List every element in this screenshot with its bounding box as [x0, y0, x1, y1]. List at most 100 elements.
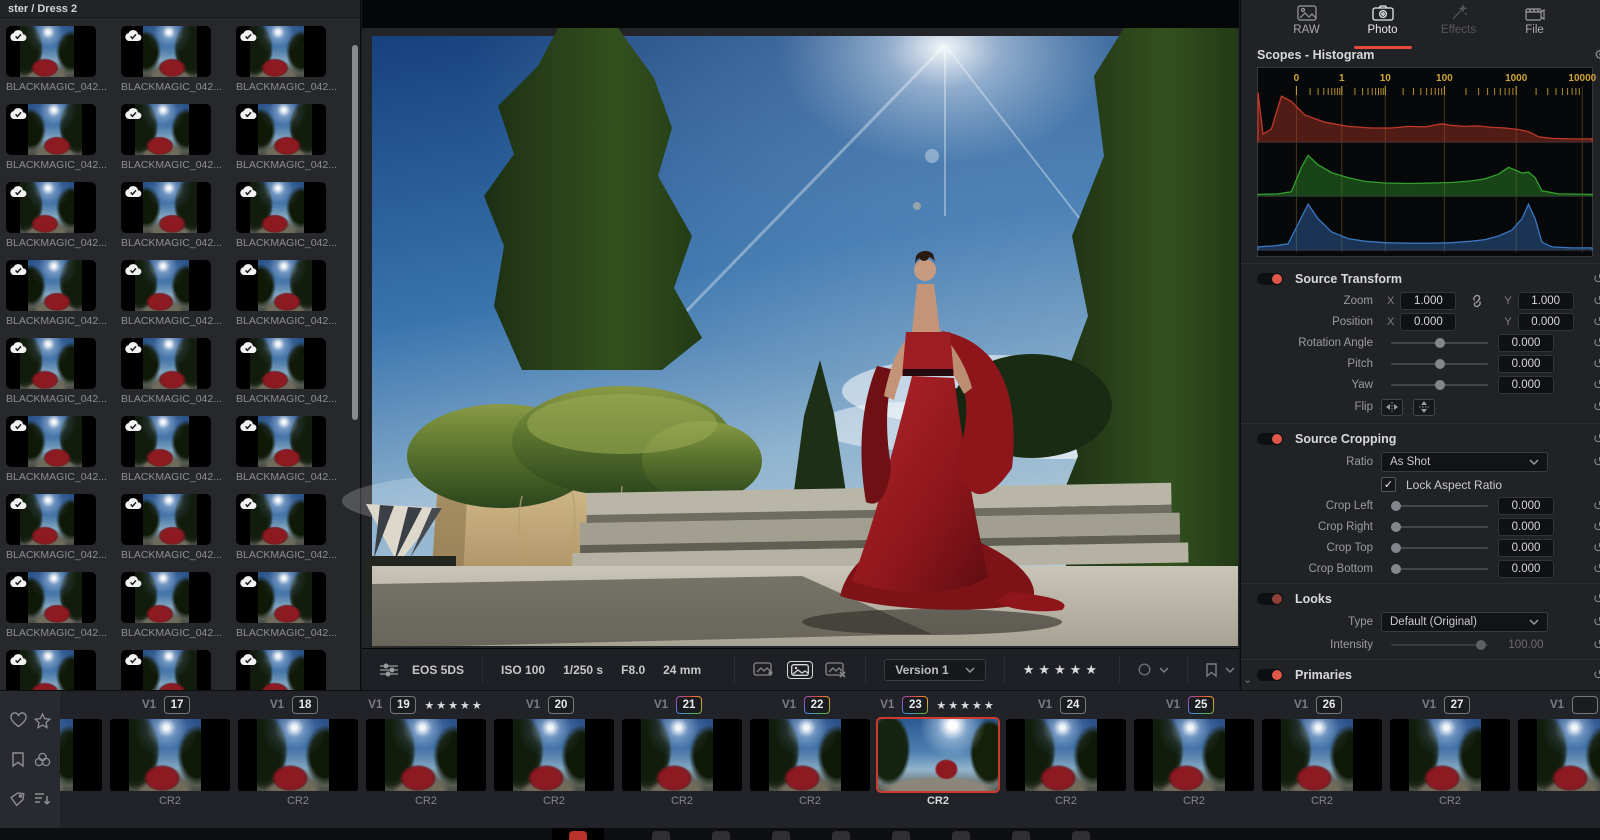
- reset-icon[interactable]: ↺: [1593, 431, 1600, 447]
- list-item[interactable]: BLACKMAGIC_042...: [121, 26, 211, 93]
- filmstrip-clip[interactable]: V1 19 ★★★★★ CR2: [366, 691, 486, 811]
- photo-favorite-icon[interactable]: [753, 662, 775, 678]
- tab-photo[interactable]: Photo: [1356, 5, 1410, 45]
- list-item[interactable]: BLACKMAGIC_042...: [6, 572, 96, 639]
- media-thumbnail[interactable]: [6, 416, 96, 467]
- list-item[interactable]: BLACKMAGIC_042...: [236, 26, 326, 93]
- reset-icon[interactable]: ↺: [1593, 335, 1600, 351]
- color-wheels-icon[interactable]: [32, 750, 52, 770]
- media-thumbnail[interactable]: [236, 572, 326, 623]
- crop-bottom-slider[interactable]: [1391, 568, 1488, 570]
- clip-thumbnail[interactable]: [750, 719, 870, 791]
- media-thumbnail[interactable]: [121, 260, 211, 311]
- media-thumbnail[interactable]: [236, 494, 326, 545]
- reset-icon[interactable]: ↺: [1593, 314, 1600, 330]
- media-thumbnail[interactable]: [121, 26, 211, 77]
- pitch-slider[interactable]: [1391, 363, 1488, 365]
- photo-view-icon[interactable]: [787, 661, 813, 679]
- media-thumbnail[interactable]: [121, 104, 211, 155]
- media-thumbnail[interactable]: [121, 416, 211, 467]
- tag-icon[interactable]: [8, 789, 28, 809]
- preview-image[interactable]: [372, 36, 1238, 646]
- reset-icon[interactable]: ↺: [1593, 540, 1600, 556]
- clip-thumbnail[interactable]: [1006, 719, 1126, 791]
- reset-icon[interactable]: ↺: [1593, 498, 1600, 514]
- list-item[interactable]: BLACKMAGIC_042...: [6, 26, 96, 93]
- color-label-icon[interactable]: [1138, 663, 1151, 676]
- flag-icon[interactable]: [1206, 663, 1217, 677]
- crop-left-slider[interactable]: [1391, 505, 1488, 507]
- list-item[interactable]: BLACKMAGIC_042...: [236, 260, 326, 327]
- filmstrip-clip[interactable]: V1: [1518, 691, 1600, 811]
- browser-scrollbar[interactable]: [352, 45, 358, 420]
- media-thumbnail[interactable]: [6, 494, 96, 545]
- media-thumbnail[interactable]: [236, 182, 326, 233]
- list-item[interactable]: BLACKMAGIC_042...: [6, 494, 96, 561]
- list-item[interactable]: BLACKMAGIC_042...: [121, 572, 211, 639]
- filmstrip-clip[interactable]: V1 26 CR2: [1262, 691, 1382, 811]
- crop-left-field[interactable]: 0.000: [1498, 497, 1554, 515]
- rotation-angle-field[interactable]: 0.000: [1498, 334, 1554, 352]
- list-item[interactable]: BLACKMAGIC_042...: [236, 338, 326, 405]
- tab-effects[interactable]: Effects: [1432, 5, 1486, 45]
- dock-icon[interactable]: [952, 831, 970, 840]
- clip-thumbnail[interactable]: [494, 719, 614, 791]
- reset-icon[interactable]: ↺: [1593, 614, 1600, 630]
- media-thumbnail[interactable]: [6, 26, 96, 77]
- reset-icon[interactable]: ↺: [1593, 667, 1600, 683]
- clip-thumbnail[interactable]: [1518, 719, 1600, 791]
- filmstrip-clip[interactable]: V1 22 CR2: [750, 691, 870, 811]
- media-thumbnail[interactable]: [6, 650, 96, 690]
- reset-icon[interactable]: ↺: [1593, 271, 1600, 287]
- filmstrip-clip[interactable]: V1 20 CR2: [494, 691, 614, 811]
- link-icon[interactable]: [1470, 295, 1484, 307]
- adjustments-icon[interactable]: [380, 663, 398, 677]
- crop-top-field[interactable]: 0.000: [1498, 539, 1554, 557]
- list-item[interactable]: BLACKMAGIC_042...: [121, 338, 211, 405]
- list-item[interactable]: BLACKMAGIC_042...: [121, 494, 211, 561]
- dock-icon[interactable]: [712, 831, 730, 840]
- reset-icon[interactable]: ↺: [1593, 377, 1600, 393]
- star-icon[interactable]: [32, 711, 52, 731]
- camera-raw-page-icon[interactable]: [569, 831, 587, 840]
- media-thumbnail[interactable]: [6, 260, 96, 311]
- flip-horizontal-button[interactable]: [1381, 399, 1403, 416]
- media-thumbnail[interactable]: [121, 650, 211, 690]
- heart-icon[interactable]: [8, 711, 28, 731]
- list-item[interactable]: BLACKMAGIC_042...: [236, 416, 326, 483]
- position-y-field[interactable]: 0.000: [1518, 313, 1574, 331]
- crop-right-field[interactable]: 0.000: [1498, 518, 1554, 536]
- media-thumbnail[interactable]: [6, 104, 96, 155]
- dock-icon[interactable]: [832, 831, 850, 840]
- position-x-field[interactable]: 0.000: [1400, 313, 1456, 331]
- list-item[interactable]: BLACKMAGIC_042...: [121, 182, 211, 249]
- rotation-angle-slider[interactable]: [1391, 342, 1488, 344]
- primaries-toggle[interactable]: [1257, 669, 1283, 681]
- reset-icon[interactable]: ↺: [1593, 519, 1600, 535]
- reset-icon[interactable]: ↺: [1593, 293, 1600, 309]
- yaw-field[interactable]: 0.000: [1498, 376, 1554, 394]
- media-thumbnail[interactable]: [121, 572, 211, 623]
- dock-icon[interactable]: [892, 831, 910, 840]
- media-thumbnail[interactable]: [121, 338, 211, 389]
- media-thumbnail[interactable]: [121, 494, 211, 545]
- clip-thumbnail[interactable]: [1390, 719, 1510, 791]
- media-thumbnail[interactable]: [236, 416, 326, 467]
- list-item[interactable]: BLACKMAGIC_042...: [121, 260, 211, 327]
- media-thumbnail[interactable]: [121, 182, 211, 233]
- clip-thumbnail[interactable]: [238, 719, 358, 791]
- clip-thumbnail[interactable]: [1134, 719, 1254, 791]
- source-transform-toggle[interactable]: [1257, 273, 1283, 285]
- reset-icon[interactable]: ↺: [1593, 399, 1600, 415]
- media-thumbnail[interactable]: [6, 572, 96, 623]
- filmstrip-clip[interactable]: V1 27 CR2: [1390, 691, 1510, 811]
- reset-icon[interactable]: ↺: [1593, 356, 1600, 372]
- dock-icon[interactable]: [1072, 831, 1090, 840]
- list-item[interactable]: BLACKMAGIC_042...: [6, 338, 96, 405]
- media-thumbnail[interactable]: [236, 260, 326, 311]
- list-item[interactable]: BLACKMAGIC_042...: [236, 650, 326, 690]
- reset-icon[interactable]: ↺: [1593, 637, 1600, 653]
- version-dropdown[interactable]: Version 1: [884, 659, 985, 681]
- reset-icon[interactable]: ↺: [1593, 591, 1600, 607]
- clip-thumbnail[interactable]: [878, 719, 998, 791]
